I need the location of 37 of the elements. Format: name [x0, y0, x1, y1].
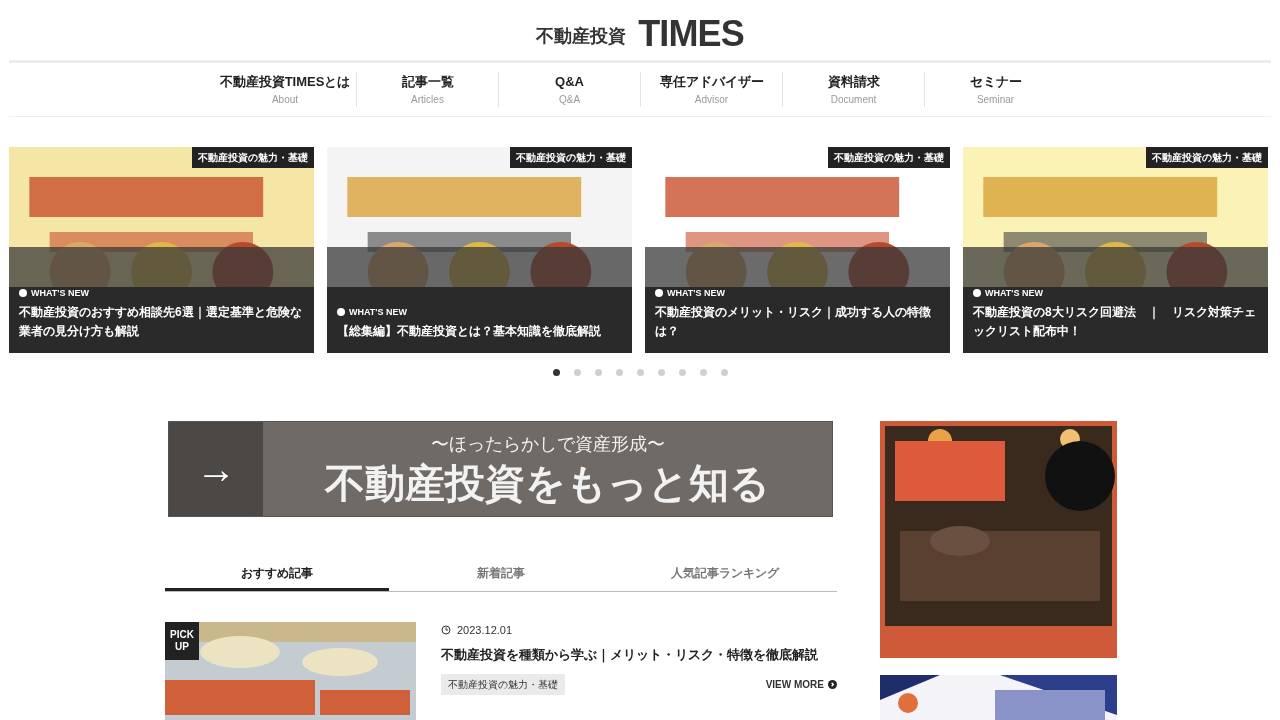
nav-link[interactable]: 資料請求 Document: [782, 72, 924, 107]
chevron-icon: [828, 680, 837, 689]
slide-card[interactable]: 不動産投資の魅力・基礎 WHAT'S NEW 不動産投資のおすすめ相談先6選｜選定基準と危険な業者の見分け方も解説: [9, 147, 314, 353]
category-tag: 不動産投資の魅力・基礎: [510, 147, 632, 168]
article-date: 2023.12.01: [457, 623, 513, 638]
slide-title: 不動産投資の8大リスク回避法 ｜ リスク対策チェックリスト配布中！: [973, 304, 1257, 340]
banner-link[interactable]: → 〜ほったらかしで資産形成〜 不動産投資をもっと知る: [168, 421, 833, 517]
article-title: 不動産投資を種類から学ぶ｜メリット・リスク・特徴を徹底解説: [441, 645, 819, 664]
new-label: WHAT'S NEW: [31, 286, 89, 300]
view-more-link[interactable]: VIEW MORE: [765, 677, 837, 692]
slide-card[interactable]: 不動産投資の魅力・基礎 WHAT'S NEW 不動産投資の8大リスク回避法 ｜ リスク対策チェックリスト配布中！: [963, 147, 1268, 353]
article-thumbnail[interactable]: PICK UP: [165, 622, 416, 720]
clock-icon: [441, 625, 451, 636]
badge-text: PICK: [170, 629, 194, 641]
tab[interactable]: おすすめ記事: [165, 557, 389, 591]
category-tag: 不動産投資の魅力・基礎: [828, 147, 950, 168]
new-label: WHAT'S NEW: [667, 286, 725, 300]
nav-link[interactable]: 専任アドバイザー Advisor: [640, 72, 782, 107]
logo-text: 不動産投資: [536, 25, 627, 48]
logo-text: TIMES: [638, 16, 744, 52]
nav-link[interactable]: 不動産投資TIMESとは About: [214, 72, 356, 107]
nav-link[interactable]: Q&A Q&A: [498, 72, 640, 107]
category-tag: 不動産投資の魅力・基礎: [192, 147, 314, 168]
category-tag: 不動産投資の魅力・基礎: [441, 674, 565, 695]
slide-card[interactable]: 不動産投資の魅力・基礎 WHAT'S NEW 不動産投資のメリット・リスク｜成功する人の特徴は？: [645, 147, 950, 353]
category-tag: 不動産投資の魅力・基礎: [1146, 147, 1268, 168]
slide-title: 不動産投資のおすすめ相談先6選｜選定基準と危険な業者の見分け方も解説: [19, 304, 303, 340]
new-label: WHAT'S NEW: [985, 286, 1043, 300]
nav-link[interactable]: 記事一覧 Articles: [356, 72, 498, 107]
nav-link[interactable]: セミナー Seminar: [924, 72, 1066, 107]
badge-text: UP: [175, 641, 189, 653]
tab[interactable]: 人気記事ランキング: [613, 557, 837, 591]
slide-title: 【総集編】不動産投資とは？基本知識を徹底解説: [337, 323, 602, 340]
slide-title: 不動産投資のメリット・リスク｜成功する人の特徴は？: [655, 304, 932, 340]
new-label: WHAT'S NEW: [349, 305, 407, 319]
slide-card[interactable]: 不動産投資の魅力・基礎 WHAT'S NEW 【総集編】不動産投資とは？基本知識を徹底解説: [327, 147, 632, 353]
tab[interactable]: 新着記事: [389, 557, 613, 591]
